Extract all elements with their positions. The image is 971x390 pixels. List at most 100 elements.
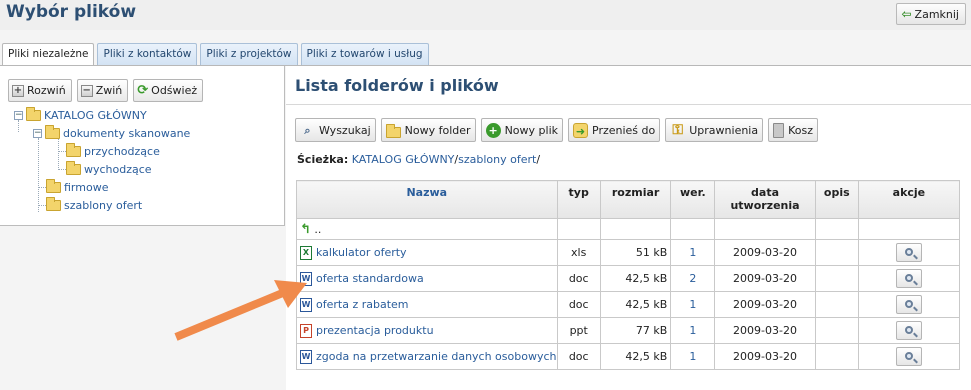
tree-toolbar: + Rozwiń − Zwiń ⟳ Odśwież bbox=[8, 79, 204, 102]
file-version-link[interactable]: 1 bbox=[670, 317, 716, 344]
folder-icon bbox=[46, 197, 61, 211]
file-type: doc bbox=[556, 343, 601, 370]
new-folder-icon bbox=[385, 123, 401, 138]
file-size: 77 kB bbox=[599, 317, 672, 344]
column-header-actions: akcje bbox=[857, 180, 961, 219]
column-header-name[interactable]: Nazwa bbox=[296, 180, 558, 219]
file-date: 2009-03-20 bbox=[714, 317, 816, 344]
preview-button[interactable] bbox=[895, 321, 922, 340]
column-header-description: opis bbox=[814, 180, 859, 219]
file-date: 2009-03-20 bbox=[714, 239, 816, 266]
tab-project-files[interactable]: Pliki z projektów bbox=[200, 43, 298, 65]
file-type: doc bbox=[556, 291, 601, 318]
move-to-button[interactable]: ➜ Przenieś do bbox=[568, 118, 661, 142]
file-link[interactable]: kalkulator oferty bbox=[316, 246, 407, 259]
file-toolbar: ⌕ Wyszukaj Nowy folder + Nowy plik ➜ Prz… bbox=[295, 118, 819, 142]
key-icon: ⚿ bbox=[672, 121, 684, 138]
refresh-icon: ⟳ bbox=[137, 83, 149, 98]
plus-icon: + bbox=[12, 84, 24, 97]
permissions-button[interactable]: ⚿ Uprawnienia bbox=[665, 118, 764, 142]
close-button[interactable]: ⇦ Zamknij bbox=[896, 3, 966, 25]
file-version-link[interactable]: 2 bbox=[670, 265, 716, 292]
up-arrow-icon: ↰ bbox=[300, 221, 311, 237]
tab-independent-files[interactable]: Pliki niezależne bbox=[2, 43, 95, 66]
title-bar: Wybór plików ⇦ Zamknij bbox=[0, 0, 971, 30]
search-icon: ⌕ bbox=[304, 123, 311, 137]
file-description bbox=[814, 265, 859, 292]
expand-button[interactable]: + Rozwiń bbox=[8, 79, 72, 102]
window-title: Wybór plików bbox=[6, 2, 137, 22]
column-header-type: typ bbox=[556, 180, 601, 219]
file-date: 2009-03-20 bbox=[714, 291, 816, 318]
tree-node-company[interactable]: firmowe bbox=[46, 179, 108, 194]
file-date: 2009-03-20 bbox=[714, 265, 816, 292]
preview-button[interactable] bbox=[895, 243, 922, 262]
file-type: xls bbox=[556, 239, 601, 266]
add-icon: + bbox=[485, 122, 501, 138]
folder-icon bbox=[46, 179, 61, 193]
tab-contact-files[interactable]: Pliki z kontaktów bbox=[97, 43, 198, 65]
file-size: 42,5 kB bbox=[599, 291, 672, 318]
file-link[interactable]: oferta z rabatem bbox=[316, 298, 409, 311]
back-arrow-icon: ⇦ bbox=[901, 7, 912, 21]
file-type: doc bbox=[556, 265, 601, 292]
folder-open-icon bbox=[45, 125, 60, 139]
table-row: Woferta standardowa doc 42,5 kB 2 2009-0… bbox=[296, 265, 961, 292]
file-version-link[interactable]: 1 bbox=[670, 239, 716, 266]
folder-icon bbox=[66, 161, 81, 175]
tree-node-templates[interactable]: szablony ofert bbox=[46, 197, 142, 212]
magnifier-icon bbox=[904, 326, 913, 334]
file-description bbox=[814, 317, 859, 344]
collapse-button[interactable]: − Zwiń bbox=[76, 79, 129, 102]
file-link[interactable]: prezentacja produktu bbox=[316, 324, 434, 337]
table-row: Pprezentacja produktu ppt 77 kB 1 2009-0… bbox=[296, 317, 961, 344]
breadcrumb-templates-link[interactable]: szablony ofert bbox=[458, 153, 536, 166]
refresh-button[interactable]: ⟳ Odśwież bbox=[133, 79, 204, 102]
preview-button[interactable] bbox=[895, 347, 922, 366]
file-description bbox=[814, 343, 859, 370]
table-row: Wzgoda na przetwarzanie danych osobowych… bbox=[296, 343, 961, 370]
word-icon: W bbox=[300, 349, 312, 364]
new-file-button[interactable]: + Nowy plik bbox=[480, 118, 563, 142]
tree-node-root[interactable]: − KATALOG GŁÓWNY bbox=[14, 107, 147, 122]
parent-folder-row[interactable]: ↰ .. bbox=[296, 218, 961, 240]
file-list-panel: Lista folderów i plików ⌕ Wyszukaj Nowy … bbox=[286, 66, 971, 390]
file-size: 42,5 kB bbox=[599, 265, 672, 292]
file-description bbox=[814, 291, 859, 318]
magnifier-icon bbox=[904, 274, 913, 282]
column-header-size: rozmiar bbox=[599, 180, 672, 219]
table-row: Xkalkulator oferty xls 51 kB 1 2009-03-2… bbox=[296, 239, 961, 266]
file-size: 42,5 kB bbox=[599, 343, 672, 370]
file-link[interactable]: zgoda na przetwarzanie danych osobowych bbox=[316, 350, 557, 363]
file-date: 2009-03-20 bbox=[714, 343, 816, 370]
search-button[interactable]: ⌕ Wyszukaj bbox=[295, 118, 376, 142]
table-row: Woferta z rabatem doc 42,5 kB 1 2009-03-… bbox=[296, 291, 961, 318]
table-header-row: Nazwa typ rozmiar wer. data utworzenia o… bbox=[296, 180, 961, 219]
tab-product-files[interactable]: Pliki z towarów i usług bbox=[300, 43, 429, 65]
trash-button[interactable]: Kosz bbox=[768, 118, 819, 142]
tree-node-outgoing[interactable]: wychodzące bbox=[66, 161, 152, 176]
folder-open-icon bbox=[26, 107, 41, 121]
preview-button[interactable] bbox=[895, 269, 922, 288]
magnifier-icon bbox=[904, 248, 913, 256]
file-version-link[interactable]: 1 bbox=[670, 343, 716, 370]
breadcrumb-root-link[interactable]: KATALOG GŁÓWNY bbox=[352, 153, 455, 166]
file-version-link[interactable]: 1 bbox=[670, 291, 716, 318]
tree-node-scanned[interactable]: − dokumenty skanowane bbox=[33, 125, 190, 140]
collapse-toggle-icon[interactable]: − bbox=[33, 129, 42, 138]
preview-button[interactable] bbox=[895, 295, 922, 314]
tree-node-incoming[interactable]: przychodzące bbox=[66, 143, 160, 158]
excel-icon: X bbox=[300, 245, 312, 260]
new-folder-button[interactable]: Nowy folder bbox=[380, 118, 476, 142]
panel-heading: Lista folderów i plików bbox=[295, 76, 499, 95]
column-header-version: wer. bbox=[670, 180, 716, 219]
move-folder-icon: ➜ bbox=[573, 122, 588, 138]
folder-tree-panel: + Rozwiń − Zwiń ⟳ Odśwież − KATALOG GŁÓW… bbox=[0, 66, 285, 226]
magnifier-icon bbox=[904, 352, 913, 360]
heading-divider bbox=[286, 104, 971, 105]
collapse-toggle-icon[interactable]: − bbox=[14, 111, 23, 120]
file-link[interactable]: oferta standardowa bbox=[316, 272, 424, 285]
minus-icon: − bbox=[80, 84, 93, 97]
column-header-created: data utworzenia bbox=[714, 180, 816, 219]
file-type: ppt bbox=[556, 317, 601, 344]
